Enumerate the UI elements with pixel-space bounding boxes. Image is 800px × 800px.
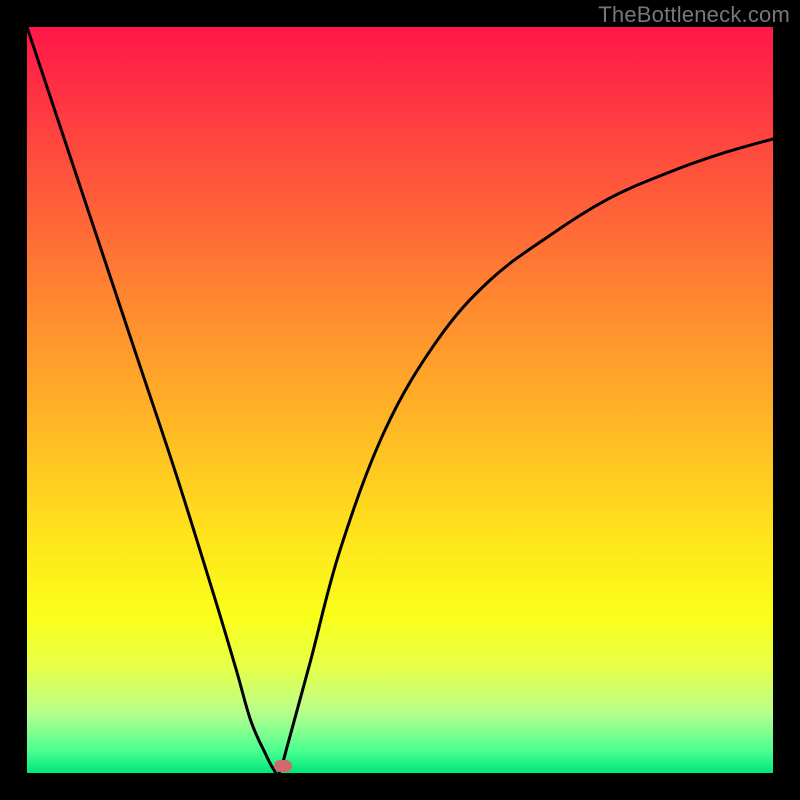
plot-area [27, 27, 773, 773]
watermark-text: TheBottleneck.com [598, 2, 790, 28]
bottleneck-curve [27, 27, 773, 773]
optimal-point-marker [274, 760, 292, 772]
curve-svg [27, 27, 773, 773]
chart-frame: TheBottleneck.com [0, 0, 800, 800]
